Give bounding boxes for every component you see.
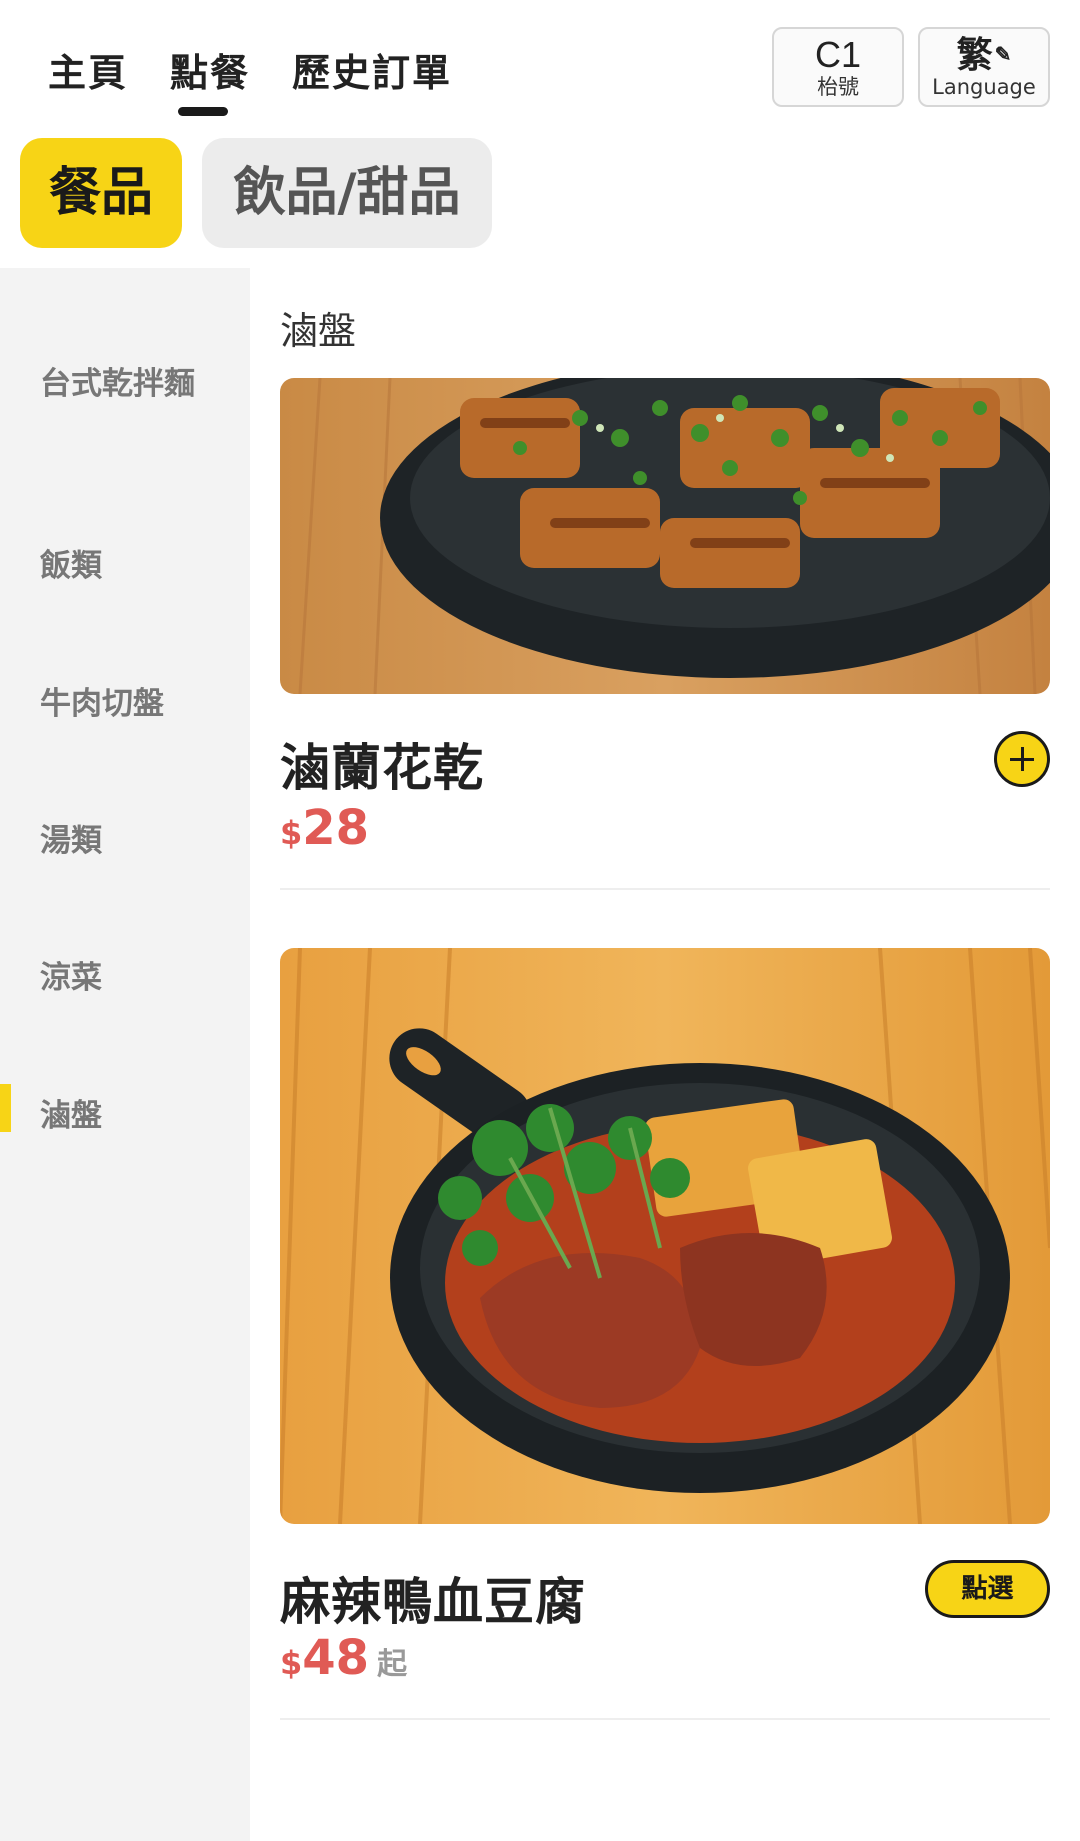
currency-symbol: $	[280, 814, 303, 852]
table-label: 枱號	[817, 75, 859, 99]
tab-order-history[interactable]: 歷史訂單	[292, 42, 452, 97]
price-amount: 28	[302, 800, 370, 856]
dish-name: 滷蘭花乾	[280, 739, 484, 797]
sidebar-item-rice[interactable]: 飯類	[40, 544, 200, 588]
dish-image[interactable]	[280, 378, 1050, 694]
sidebar-active-indicator	[0, 1084, 11, 1132]
category-drinks-desserts[interactable]: 飲品/甜品	[202, 138, 492, 248]
sidebar-item-soup[interactable]: 湯類	[40, 819, 200, 863]
table-code: C1	[814, 34, 862, 75]
dish-name: 麻辣鴨血豆腐	[280, 1573, 586, 1631]
category-food[interactable]: 餐品	[20, 138, 182, 248]
section-title: 滷盤	[280, 309, 357, 353]
divider	[280, 1718, 1050, 1720]
dish-price: $28	[280, 800, 369, 856]
dish-price: $48 起	[280, 1630, 407, 1686]
sidebar-item-braised-platter[interactable]: 滷盤	[40, 1094, 200, 1138]
price-amount: 48	[302, 1630, 370, 1686]
language-label: Language	[932, 75, 1036, 99]
active-tab-indicator	[178, 107, 228, 116]
sidebar-item-cold-dishes[interactable]: 涼菜	[40, 956, 200, 1000]
language-code: 繁	[956, 34, 993, 75]
pencil-icon: ✎	[994, 44, 1012, 66]
top-nav: 主頁 點餐 歷史訂單 C1 枱號 繁 ✎ Language	[0, 0, 1080, 130]
sidebar-item-dry-noodles[interactable]: 台式乾拌麵	[40, 362, 200, 406]
dish-image[interactable]	[280, 948, 1050, 1524]
category-sidebar: 台式乾拌麵 飯類 牛肉切盤 湯類 涼菜 滷盤	[0, 268, 250, 1841]
currency-symbol: $	[280, 1644, 303, 1682]
plus-icon[interactable]	[994, 731, 1050, 787]
tab-order[interactable]: 點餐	[170, 42, 250, 97]
sidebar-item-beef-platter[interactable]: 牛肉切盤	[40, 682, 200, 726]
select-button[interactable]: 點選	[925, 1560, 1050, 1618]
table-number-button[interactable]: C1 枱號	[772, 27, 904, 107]
price-suffix: 起	[377, 1647, 408, 1682]
language-button[interactable]: 繁 ✎ Language	[918, 27, 1050, 107]
tab-home[interactable]: 主頁	[48, 42, 128, 97]
divider	[280, 888, 1050, 890]
